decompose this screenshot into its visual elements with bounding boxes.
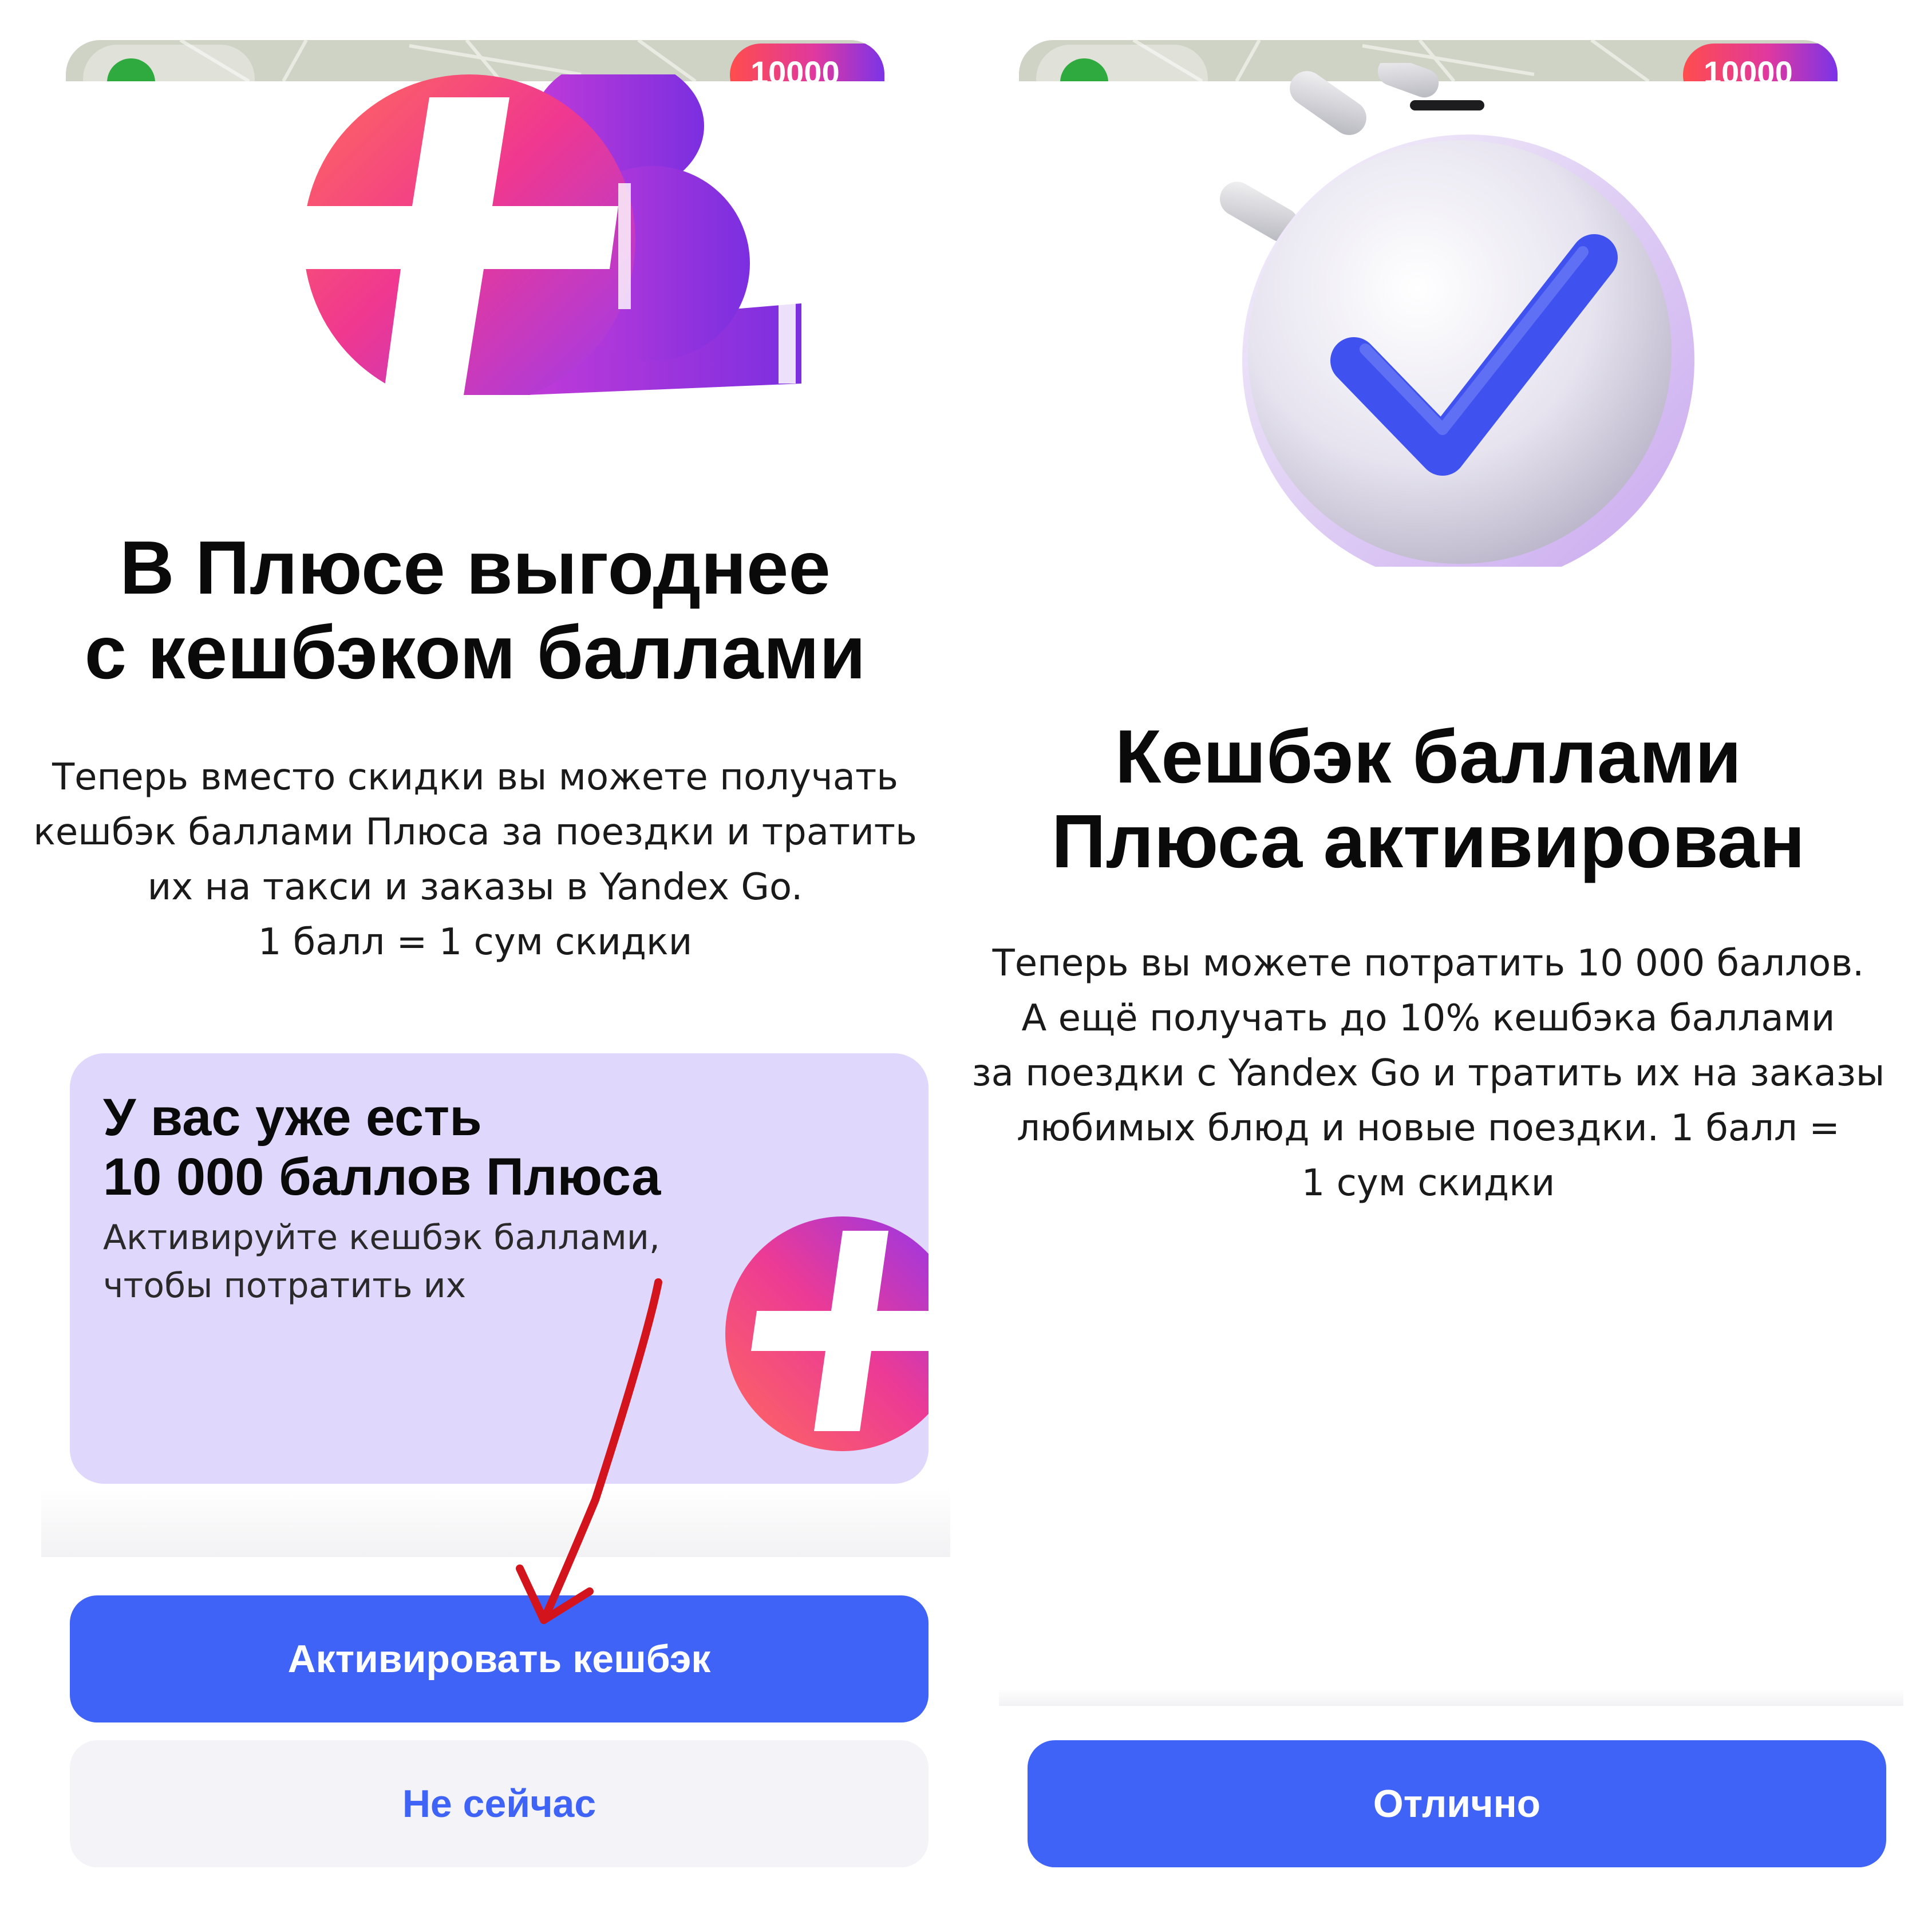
activated-title-line-1: Кешбэк баллами — [1115, 714, 1742, 799]
offer-title: В Плюсе выгоднее с кешбэком баллами — [0, 526, 950, 695]
activated-title-line-2: Плюса активирован — [1051, 799, 1805, 883]
plus-coin-icon — [298, 74, 801, 395]
offer-description-line-2: кешбэк баллами Плюса за поездки и тратит… — [33, 811, 917, 854]
activated-title: Кешбэк баллами Плюса активирован — [953, 714, 1903, 884]
points-card-text-line-1: Активируйте кешбэк баллами, — [103, 1218, 660, 1258]
activated-description-line-1: Теперь вы можете потратить 10 000 баллов… — [992, 942, 1864, 985]
offer-description: Теперь вместо скидки вы можете получать … — [0, 750, 950, 970]
footer-divider-shade — [41, 1488, 950, 1557]
ok-button[interactable]: Отлично — [1028, 1740, 1886, 1867]
points-card-title-line-1: У вас уже есть — [103, 1088, 482, 1147]
offer-title-line-2: с кешбэком баллами — [84, 610, 866, 694]
activated-description: Теперь вы можете потратить 10 000 баллов… — [953, 936, 1903, 1211]
sheet-drag-handle[interactable] — [1410, 100, 1484, 110]
not-now-button[interactable]: Не сейчас — [70, 1740, 929, 1867]
activated-description-line-5: 1 сум скидки — [1301, 1162, 1555, 1204]
plus-coin-small-icon — [725, 1216, 929, 1451]
screen-plus-cashback-offer: 10000 В Плюсе выгоднее с кешбэком баллам… — [0, 0, 950, 1932]
offer-description-line-3: их на такси и заказы в Yandex Go. — [147, 866, 803, 908]
offer-description-line-1: Теперь вместо скидки вы можете получать — [52, 756, 898, 799]
activate-cashback-button[interactable]: Активировать кешбэк — [70, 1595, 929, 1722]
activated-description-line-2: А ещё получать до 10% кешбэка баллами — [1021, 997, 1835, 1040]
points-card-title: У вас уже есть 10 000 баллов Плюса — [103, 1088, 661, 1207]
offer-description-line-4: 1 балл = 1 сум скидки — [258, 921, 693, 963]
activated-description-line-4: любимых блюд и новые поездки. 1 балл = — [1017, 1107, 1840, 1149]
offer-title-line-1: В Плюсе выгоднее — [120, 526, 831, 610]
plus-balance-value: 10000 — [1704, 54, 1793, 81]
plus-balance-badge[interactable]: 10000 — [1683, 44, 1838, 81]
screen-cashback-activated: 10000 Кешбэк баллами Плюса активирован Т… — [953, 0, 1903, 1932]
points-balance-card: У вас уже есть 10 000 баллов Плюса Актив… — [70, 1053, 929, 1484]
activated-description-line-3: за поездки с Yandex Go и тратить их на з… — [971, 1052, 1885, 1095]
points-card-title-line-2: 10 000 баллов Плюса — [103, 1148, 661, 1206]
checkmark-coin-icon — [1220, 63, 1694, 567]
red-arrow-annotation — [516, 1278, 662, 1624]
points-card-text-line-2: чтобы потратить их — [103, 1266, 467, 1306]
footer-divider-shade — [999, 1689, 1903, 1706]
